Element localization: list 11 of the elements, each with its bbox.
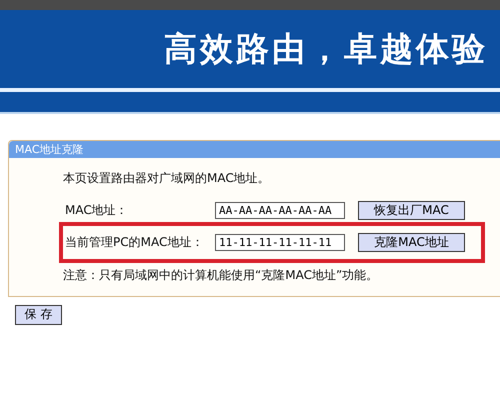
intro-text: 本页设置路由器对广域网的MAC地址。 xyxy=(63,170,271,187)
action-button[interactable]: 克隆MAC地址 xyxy=(358,233,465,252)
action-button[interactable]: 恢复出厂MAC xyxy=(358,201,465,220)
panel-title: MAC地址克隆 xyxy=(15,142,84,157)
field-label: 当前管理PC的MAC地址： xyxy=(65,234,204,251)
mac-field[interactable]: 11-11-11-11-11-11 xyxy=(215,234,345,251)
mac-field[interactable]: AA-AA-AA-AA-AA-AA xyxy=(215,202,345,219)
save-button[interactable]: 保 存 xyxy=(15,304,62,324)
slogan: 高效路由，卓越体验 xyxy=(164,28,488,70)
field-label: MAC地址： xyxy=(65,202,129,219)
note-text: 注意：只有局域网中的计算机能使用“克隆MAC地址”功能。 xyxy=(63,267,380,284)
